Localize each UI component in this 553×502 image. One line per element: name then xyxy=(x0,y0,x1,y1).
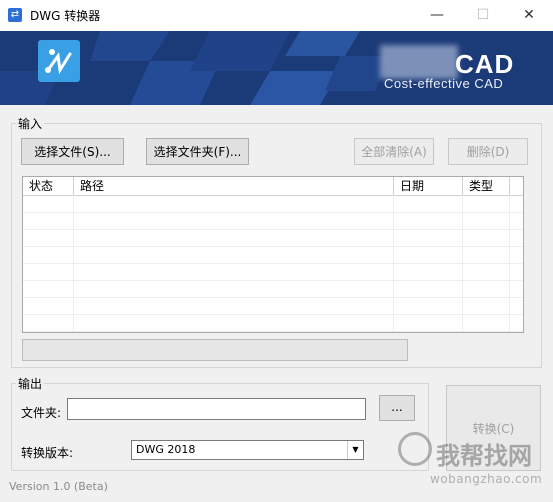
brand-tagline: Cost-effective CAD xyxy=(384,76,504,91)
version-select[interactable]: DWG 2018 ▼ xyxy=(131,440,364,460)
column-type[interactable]: 类型 xyxy=(463,177,510,195)
clear-all-button[interactable]: 全部清除(A) xyxy=(354,138,434,165)
folder-input[interactable] xyxy=(67,398,366,420)
column-status[interactable]: 状态 xyxy=(23,177,74,195)
watermark-text: 我帮找网 xyxy=(436,442,532,470)
version-label: 转换版本: xyxy=(21,446,74,460)
window-title: DWG 转换器 xyxy=(30,9,101,23)
folder-label: 文件夹: xyxy=(21,406,62,420)
file-list[interactable]: 状态 路径 日期 类型 xyxy=(22,176,524,333)
file-list-header: 状态 路径 日期 类型 xyxy=(23,177,523,196)
minimize-button[interactable]: — xyxy=(414,0,460,31)
delete-button[interactable]: 删除(D) xyxy=(448,138,528,165)
version-text: Version 1.0 (Beta) xyxy=(9,480,108,493)
column-date[interactable]: 日期 xyxy=(394,177,463,195)
select-folder-button[interactable]: 选择文件夹(F)... xyxy=(146,138,249,165)
blurred-brand-mark xyxy=(380,45,458,79)
app-logo xyxy=(38,40,80,82)
watermark-url: wobangzhao.com xyxy=(430,472,543,486)
close-button[interactable]: ✕ xyxy=(506,0,552,31)
chevron-down-icon[interactable]: ▼ xyxy=(347,441,363,459)
output-legend: 输出 xyxy=(16,375,45,392)
select-files-button[interactable]: 选择文件(S)... xyxy=(21,138,124,165)
maximize-button[interactable]: ☐ xyxy=(460,0,506,31)
title-bar: ⇄ DWG 转换器 — ☐ ✕ xyxy=(0,0,553,31)
progress-bar xyxy=(22,339,408,361)
browse-button[interactable]: ... xyxy=(379,395,415,421)
column-path[interactable]: 路径 xyxy=(74,177,394,195)
version-select-value: DWG 2018 xyxy=(136,443,196,456)
banner: CAD Cost-effective CAD xyxy=(0,31,553,105)
input-legend: 输入 xyxy=(16,115,45,132)
app-icon: ⇄ xyxy=(8,8,22,22)
watermark-search-icon xyxy=(398,432,432,466)
